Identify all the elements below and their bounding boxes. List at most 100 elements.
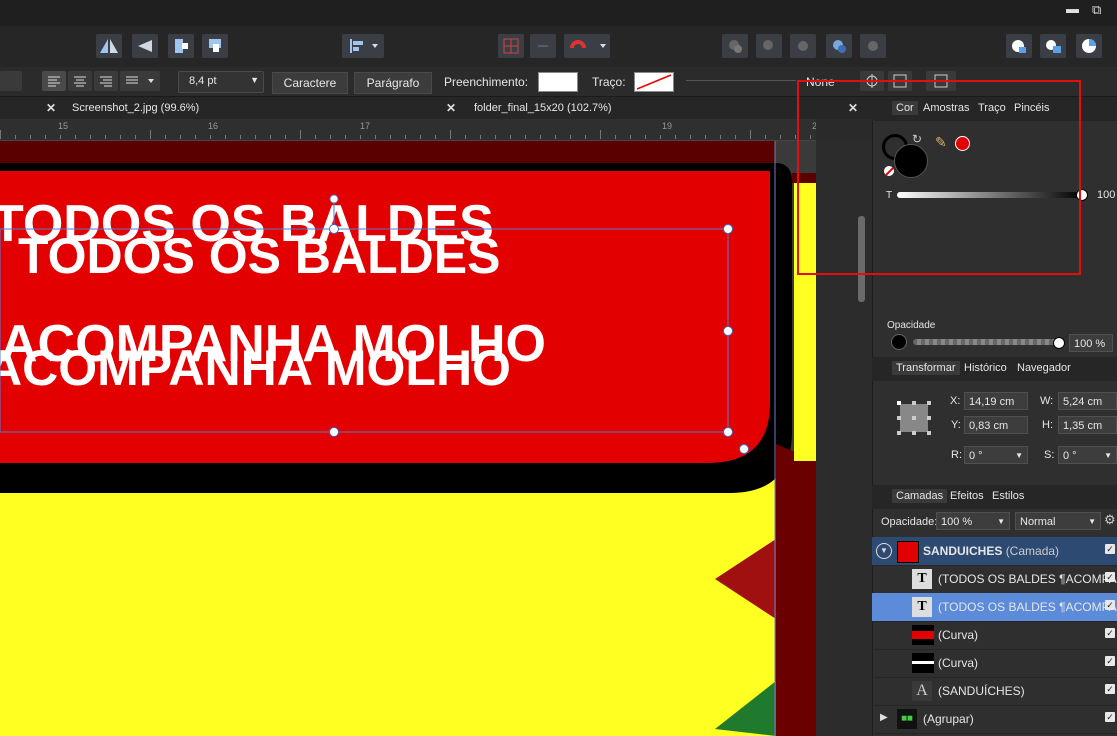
- arrange-back-icon[interactable]: [202, 34, 228, 58]
- ruler-tick: [735, 135, 736, 139]
- chevron-down-icon[interactable]: ▼: [1104, 447, 1112, 465]
- justify-dropdown[interactable]: [120, 71, 160, 91]
- tab-camadas[interactable]: Camadas: [892, 489, 948, 503]
- layer-opacity-field[interactable]: 100 % ▼: [936, 512, 1010, 530]
- chevron-down-icon[interactable]: ▼: [1015, 447, 1023, 465]
- opacity-slider-thumb[interactable]: [1053, 337, 1065, 349]
- layer-row-sanduiches[interactable]: ▼ SANDUICHES (Camada) ✓: [872, 537, 1117, 566]
- tab-navegador[interactable]: Navegador: [1017, 362, 1071, 374]
- visibility-checkbox[interactable]: ✓: [1105, 572, 1115, 582]
- expand-icon[interactable]: ▶: [880, 712, 888, 723]
- chevron-down-icon[interactable]: ▼: [250, 75, 259, 85]
- tab-transformar[interactable]: Transformar: [892, 361, 960, 375]
- chevron-down-icon[interactable]: ▼: [997, 513, 1005, 531]
- layer-row-sanduiches-art[interactable]: A (SANDUÍCHES) ✓: [872, 677, 1117, 706]
- blend-mode-select[interactable]: Normal ▼: [1015, 512, 1101, 530]
- visibility-checkbox[interactable]: ✓: [1105, 712, 1115, 722]
- layer-thumbnail: [897, 541, 919, 563]
- headline-line1: TODOS OS BALDES: [18, 228, 500, 284]
- ruler-label: 16: [208, 121, 219, 131]
- ruler-tick: [495, 135, 496, 139]
- h-label: H:: [1042, 419, 1053, 431]
- tab-screenshot[interactable]: Screenshot_2.jpg (99.6%): [72, 102, 199, 114]
- layer-thumbnail: ◼◼: [897, 709, 917, 729]
- boolean-subtract-icon[interactable]: [756, 34, 782, 58]
- tab-estilos[interactable]: Estilos: [992, 490, 1024, 502]
- tint-value[interactable]: 100: [1097, 189, 1115, 201]
- insert-top-icon[interactable]: [1040, 34, 1066, 58]
- stroke-width-slider[interactable]: [686, 80, 796, 81]
- ruler-tick: [720, 135, 721, 139]
- arrow-right-icon[interactable]: [530, 34, 556, 58]
- align-center-button[interactable]: [68, 71, 92, 91]
- layer-row-text-1[interactable]: T (TODOS OS BALDES ¶ACOMPA ✓: [872, 565, 1117, 594]
- close-tab-icon[interactable]: ✕: [46, 101, 56, 115]
- blend-mode-value: Normal: [1020, 516, 1056, 528]
- close-tab-icon[interactable]: ✕: [446, 101, 456, 115]
- h-field[interactable]: 1,35 cm: [1058, 416, 1117, 434]
- arrange-front-icon[interactable]: [168, 34, 194, 58]
- layer-row-curve-1[interactable]: (Curva) ✓: [872, 621, 1117, 650]
- minimize-icon[interactable]: ▬: [1066, 1, 1079, 16]
- insert-behind-icon[interactable]: [1006, 34, 1032, 58]
- canvas[interactable]: TODOS OS BALDES ACOMPANHA MOLHO TODOS OS…: [0, 141, 816, 736]
- visibility-checkbox[interactable]: ✓: [1105, 544, 1115, 554]
- boolean-intersect-icon[interactable]: [790, 34, 816, 58]
- fill-swatch[interactable]: [538, 72, 578, 92]
- ruler-tick: [255, 135, 256, 139]
- visibility-checkbox[interactable]: ✓: [1105, 656, 1115, 666]
- visibility-checkbox[interactable]: ✓: [1105, 684, 1115, 694]
- ruler-tick: [615, 135, 616, 139]
- flip-vertical-icon[interactable]: [132, 34, 158, 58]
- ruler-tick: [360, 135, 361, 139]
- boolean-add-icon[interactable]: [722, 34, 748, 58]
- style-dropdown[interactable]: [0, 71, 22, 91]
- anchor-point-selector[interactable]: [896, 400, 932, 436]
- y-field[interactable]: 0,83 cm: [964, 416, 1028, 434]
- ruler-label: 15: [58, 121, 69, 131]
- w-field[interactable]: 5,24 cm: [1058, 392, 1117, 410]
- caractere-button[interactable]: Caractere: [272, 72, 348, 94]
- layer-name: (TODOS OS BALDES ¶ACOMPA: [938, 572, 1117, 586]
- stroke-swatch[interactable]: [634, 72, 674, 92]
- layer-row-text-2[interactable]: T (TODOS OS BALDES ¶ACOMPA ✓: [872, 593, 1117, 622]
- r-field[interactable]: 0 ° ▼: [964, 446, 1028, 464]
- ruler-tick: [330, 135, 331, 139]
- layer-row-group[interactable]: ▶ ◼◼ (Agrupar) ✓: [872, 705, 1117, 734]
- font-size-field[interactable]: 8,4 pt ▼: [178, 71, 264, 93]
- flip-horizontal-icon[interactable]: [96, 34, 122, 58]
- paragrafo-button[interactable]: Parágrafo: [354, 72, 432, 94]
- magnet-icon[interactable]: [564, 34, 610, 58]
- align-right-button[interactable]: [94, 71, 118, 91]
- tab-historico[interactable]: Histórico: [964, 362, 1007, 374]
- restore-icon[interactable]: ⧉: [1092, 2, 1101, 18]
- x-field[interactable]: 14,19 cm: [964, 392, 1028, 410]
- gear-icon[interactable]: ⚙: [1104, 512, 1116, 528]
- ruler-tick: [345, 135, 346, 139]
- visibility-checkbox[interactable]: ✓: [1105, 600, 1115, 610]
- s-field[interactable]: 0 ° ▼: [1058, 446, 1117, 464]
- collapse-icon[interactable]: ▼: [876, 543, 892, 559]
- tab-efeitos[interactable]: Efeitos: [950, 490, 984, 502]
- ruler-tick: [405, 135, 406, 139]
- tab-folder-final[interactable]: folder_final_15x20 (102.7%): [474, 102, 612, 114]
- align-left-button[interactable]: [42, 71, 66, 91]
- ruler-tick: [435, 135, 436, 139]
- snapping-grid-icon[interactable]: [498, 34, 524, 58]
- ruler-tick: [15, 135, 16, 139]
- ruler-tick: [690, 135, 691, 139]
- boolean-divide-icon[interactable]: [860, 34, 886, 58]
- document-tabs: ✕ Screenshot_2.jpg (99.6%) ✕ folder_fina…: [0, 97, 872, 119]
- ruler-tick: [90, 135, 91, 139]
- align-dropdown-icon[interactable]: [342, 34, 384, 58]
- boolean-xor-icon[interactable]: [826, 34, 852, 58]
- insert-inside-icon[interactable]: [1076, 34, 1102, 58]
- ruler-tick: [630, 135, 631, 139]
- opacity-slider[interactable]: [913, 339, 1059, 345]
- visibility-checkbox[interactable]: ✓: [1105, 628, 1115, 638]
- chevron-down-icon[interactable]: ▼: [1088, 513, 1096, 531]
- ruler-tick: [150, 130, 151, 139]
- layer-row-curve-2[interactable]: (Curva) ✓: [872, 649, 1117, 678]
- opacity-value-field[interactable]: 100 %: [1069, 334, 1113, 352]
- font-size-value: 8,4 pt: [189, 75, 217, 87]
